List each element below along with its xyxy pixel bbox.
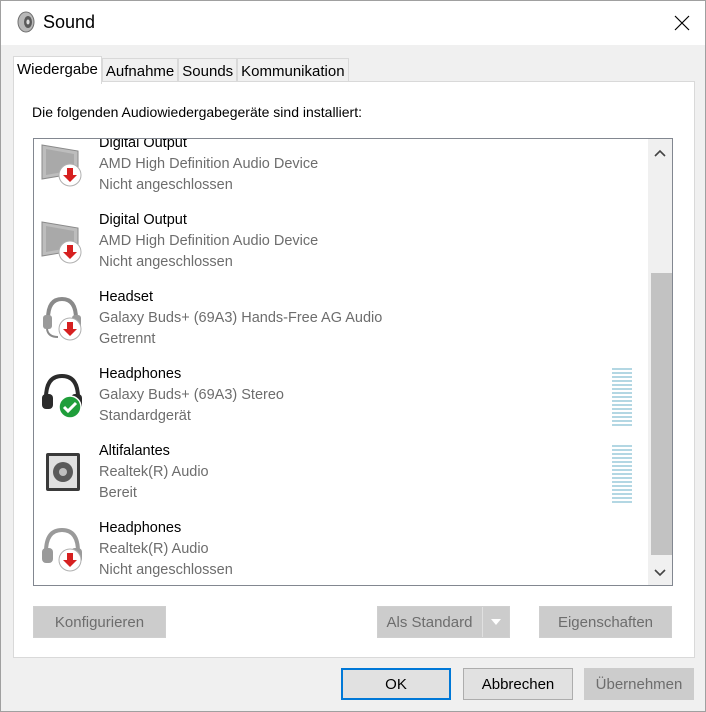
device-status: Getrennt (99, 331, 156, 347)
tab-strip: Wiedergabe Aufnahme Sounds Kommunikation (13, 56, 349, 84)
device-status: Bereit (99, 485, 137, 501)
headset-icon (43, 296, 82, 341)
vertical-scrollbar[interactable] (648, 139, 672, 585)
device-name: Headphones (99, 520, 182, 536)
device-description: Galaxy Buds+ (69A3) Stereo (99, 387, 284, 403)
properties-button[interactable]: Eigenschaften (539, 606, 672, 638)
set-default-label: Als Standard (386, 613, 473, 631)
chevron-down-icon (654, 569, 666, 577)
volume-meter (612, 368, 632, 426)
playback-panel: Die folgenden Audiowiedergabegeräte sind… (13, 81, 695, 658)
device-status: Nicht angeschlossen (99, 177, 233, 193)
tab-wiedergabe[interactable]: Wiedergabe (13, 56, 102, 84)
tab-aufnahme[interactable]: Aufnahme (101, 58, 179, 83)
tab-sounds[interactable]: Sounds (178, 58, 238, 83)
device-item-headset[interactable]: Headset Galaxy Buds+ (69A3) Hands-Free A… (34, 289, 644, 366)
monitor-icon (41, 221, 82, 264)
device-item-digital-output-1[interactable]: Digital Output AMD High Definition Audio… (34, 138, 644, 212)
device-name: Altifalantes (99, 443, 170, 459)
device-status: Nicht angeschlossen (99, 254, 233, 270)
headphones-icon (42, 527, 82, 572)
sound-dialog: Sound Wiedergabe Aufnahme Sounds Kommuni… (0, 0, 706, 712)
apply-button[interactable]: Übernehmen (584, 668, 694, 700)
cancel-button[interactable]: Abbrechen (463, 668, 573, 700)
ok-button[interactable]: OK (341, 668, 451, 700)
panel-description: Die folgenden Audiowiedergabegeräte sind… (32, 104, 362, 120)
device-status: Standardgerät (99, 408, 191, 424)
device-name: Digital Output (99, 212, 187, 228)
close-icon (674, 15, 690, 31)
window-title: Sound (43, 12, 96, 32)
device-item-headphones-realtek[interactable]: Headphones Realtek(R) Audio Nicht angesc… (34, 520, 644, 585)
device-name: Digital Output (99, 138, 187, 151)
device-description: AMD High Definition Audio Device (99, 233, 319, 249)
chevron-up-icon (654, 149, 666, 157)
volume-meter (612, 445, 632, 503)
title-bar: Sound (1, 1, 705, 45)
chevron-down-icon (491, 619, 501, 625)
device-status: Nicht angeschlossen (99, 562, 233, 578)
device-item-digital-output-2[interactable]: Digital Output AMD High Definition Audio… (34, 212, 644, 289)
device-list: Digital Output AMD High Definition Audio… (33, 138, 673, 586)
close-button[interactable] (659, 1, 705, 45)
device-description: Realtek(R) Audio (99, 541, 209, 557)
device-name: Headphones (99, 366, 182, 382)
scroll-up-button[interactable] (648, 141, 672, 165)
device-description: Galaxy Buds+ (69A3) Hands-Free AG Audio (99, 310, 383, 326)
device-name: Headset (99, 289, 154, 305)
set-default-dropdown[interactable] (482, 607, 509, 637)
device-description: Realtek(R) Audio (99, 464, 209, 480)
configure-button[interactable]: Konfigurieren (33, 606, 166, 638)
monitor-icon (41, 144, 82, 187)
speaker-icon (46, 453, 80, 491)
scroll-thumb[interactable] (651, 273, 672, 555)
device-description: AMD High Definition Audio Device (99, 156, 319, 172)
scroll-down-button[interactable] (648, 561, 672, 585)
device-item-headphones-galaxy[interactable]: Headphones Galaxy Buds+ (69A3) Stereo St… (34, 366, 644, 443)
set-default-button[interactable]: Als Standard (377, 606, 510, 638)
headphones-icon (42, 373, 82, 418)
speaker-app-icon (17, 11, 35, 33)
device-item-altifalantes[interactable]: Altifalantes Realtek(R) Audio Bereit (34, 443, 644, 520)
tab-kommunikation[interactable]: Kommunikation (237, 58, 349, 83)
